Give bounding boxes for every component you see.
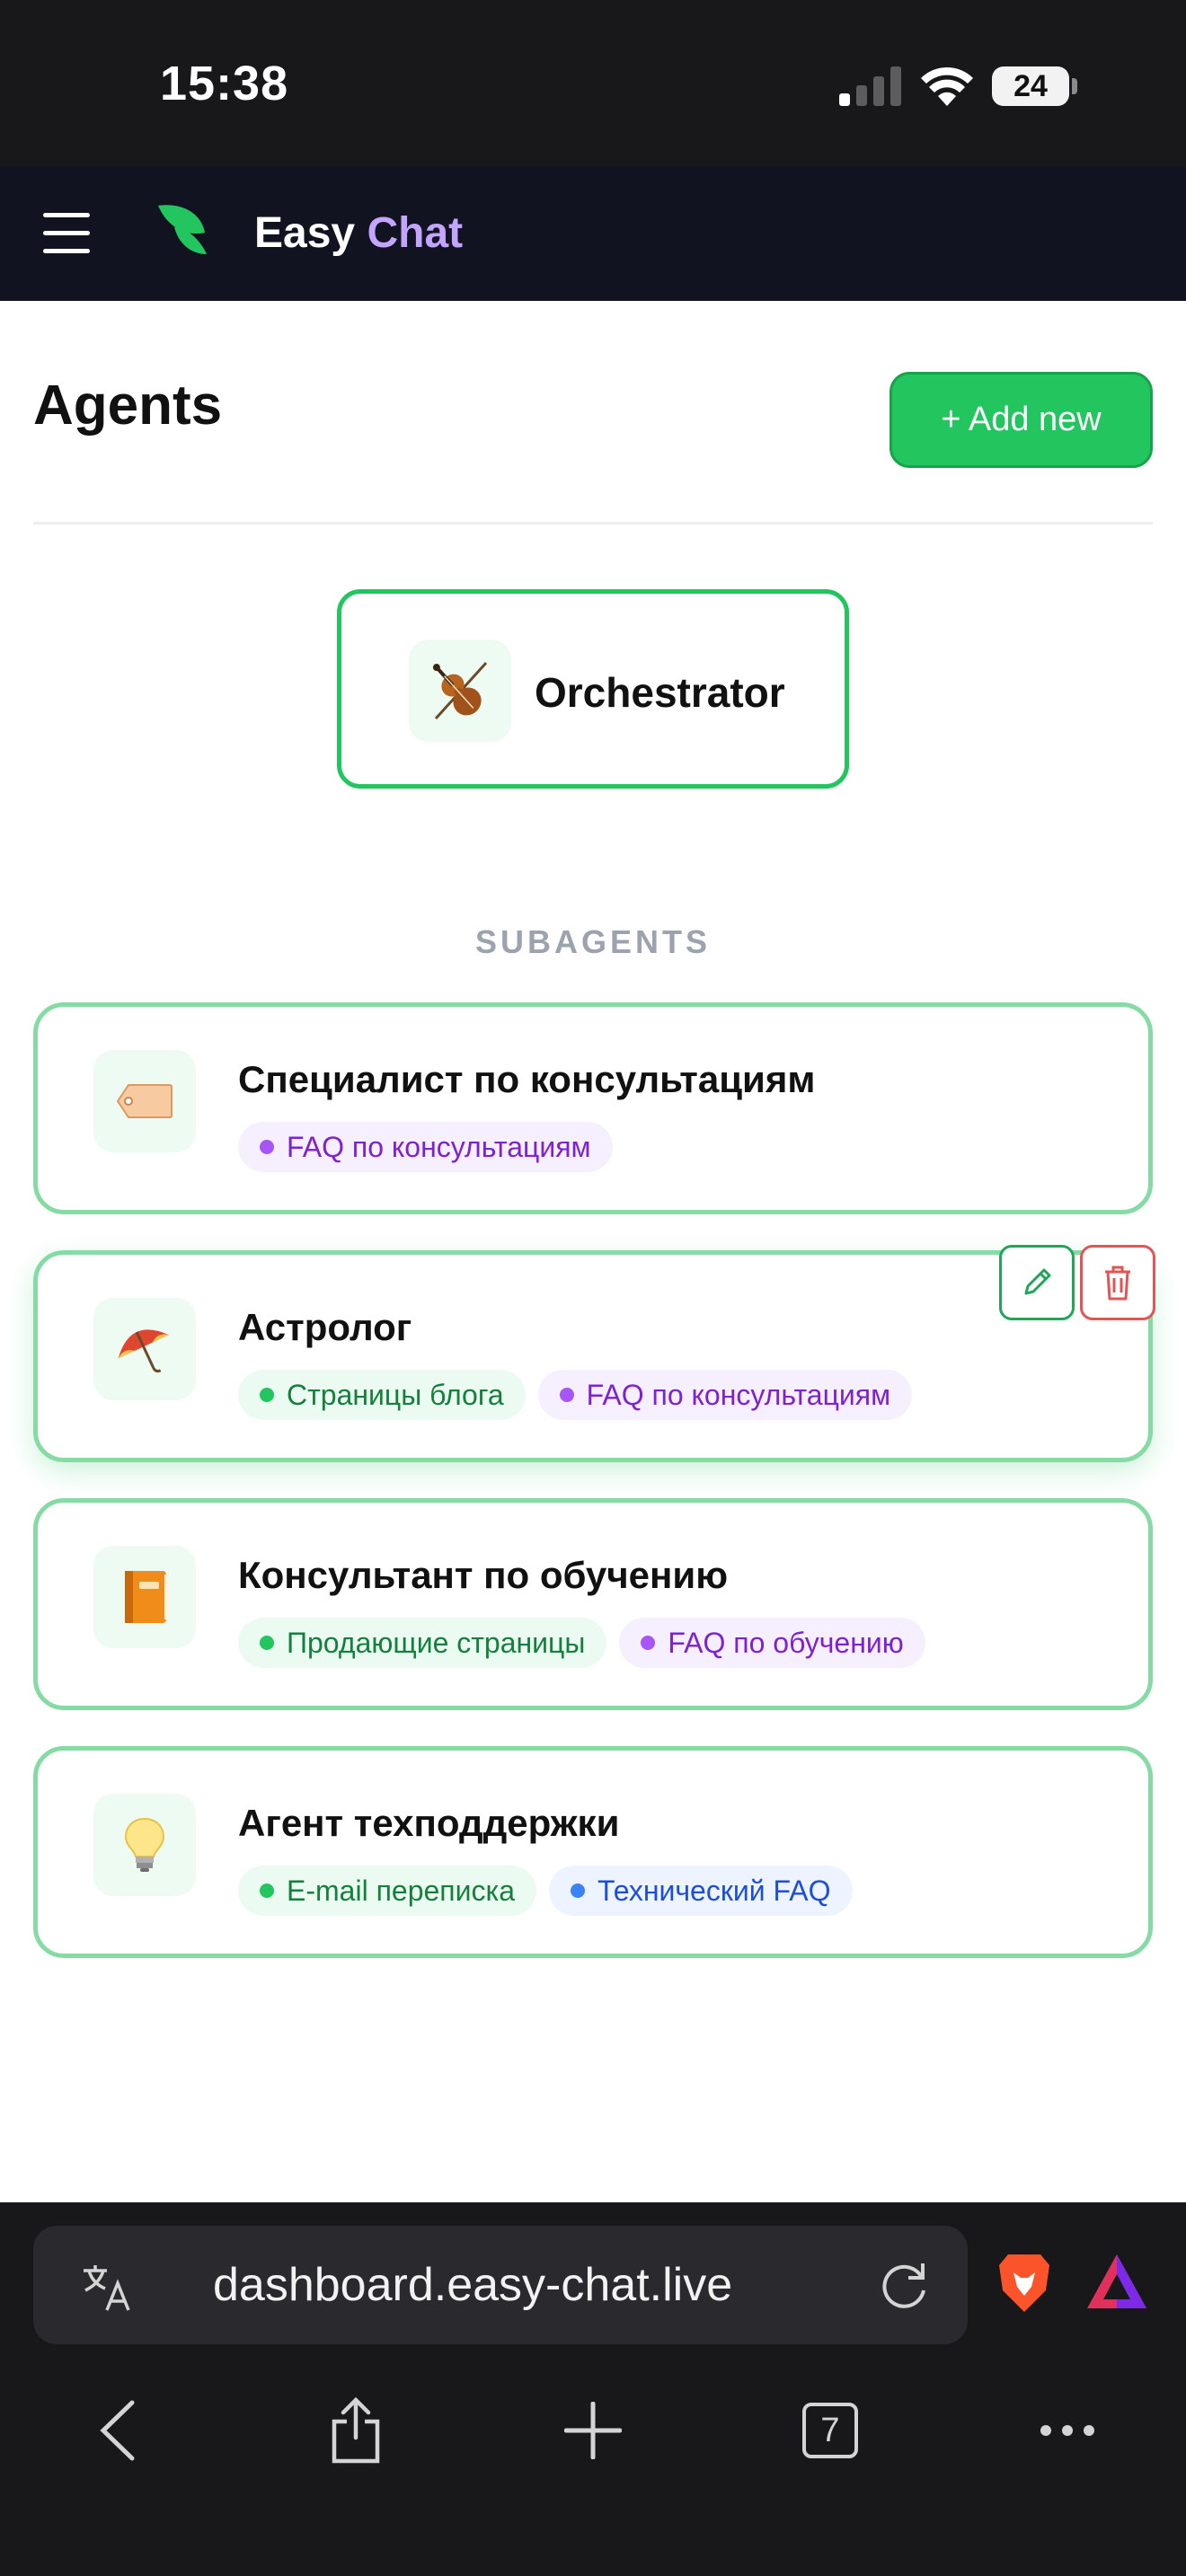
chevron-left-icon (100, 2400, 135, 2461)
orchestrator-card[interactable]: Orchestrator (337, 589, 849, 789)
cellular-signal-icon (839, 66, 901, 106)
browser-toolbar: dashboard.easy-chat.live 7 (0, 2202, 1186, 2576)
agent-card[interactable]: Астролог Страницы блога FAQ по консульта… (33, 1250, 1153, 1462)
status-time: 15:38 (160, 57, 289, 110)
agent-name: Астролог (238, 1306, 412, 1348)
trash-icon (1105, 1266, 1130, 1301)
tabs-count: 7 (802, 2403, 858, 2458)
share-icon (332, 2396, 380, 2464)
brave-shield-icon[interactable] (996, 2251, 1053, 2316)
agent-name: Специалист по консультациям (238, 1058, 816, 1100)
menu-icon[interactable] (43, 213, 90, 254)
tag: FAQ по консультациям (238, 1122, 613, 1172)
brand-name[interactable]: Easy Chat (254, 208, 463, 258)
agent-card[interactable]: Специалист по консультациям FAQ по консу… (33, 1002, 1153, 1214)
lightbulb-icon (93, 1794, 196, 1896)
rewards-triangle-icon[interactable] (1085, 2253, 1148, 2310)
brand-first: Easy (254, 209, 356, 257)
reload-icon[interactable] (876, 2258, 932, 2314)
agent-card[interactable]: Агент техподдержки E-mail переписка Техн… (33, 1746, 1153, 1958)
agent-tags: FAQ по консультациям (238, 1122, 613, 1172)
tag: Страницы блога (238, 1370, 526, 1420)
agent-name: Консультант по обучению (238, 1554, 729, 1596)
new-tab-button[interactable] (557, 2395, 629, 2466)
umbrella-icon (93, 1298, 196, 1400)
url-text: dashboard.easy-chat.live (213, 2259, 733, 2311)
page: 15:38 24 Easy Chat Agents + Add new Orch… (0, 0, 1186, 2576)
notebook-icon (93, 1546, 196, 1648)
label-tag-icon (93, 1050, 196, 1152)
tag: Технический FAQ (548, 1866, 853, 1916)
pencil-icon (1024, 1268, 1051, 1295)
translate-icon[interactable] (80, 2260, 134, 2314)
share-button[interactable] (320, 2395, 392, 2466)
orchestrator-name: Orchestrator (535, 669, 785, 716)
subagents-heading: SUBAGENTS (474, 923, 712, 960)
edit-button[interactable] (999, 1245, 1075, 1320)
leaf-logo-icon (158, 205, 207, 254)
more-icon (1040, 2425, 1094, 2436)
wifi-icon (921, 66, 973, 106)
address-bar[interactable]: dashboard.easy-chat.live (33, 2226, 968, 2344)
tabs-button[interactable]: 7 (794, 2395, 866, 2466)
add-new-button[interactable]: + Add new (890, 372, 1153, 468)
tag: Продающие страницы (238, 1618, 607, 1668)
agent-tags: Страницы блога FAQ по консультациям (238, 1370, 913, 1420)
agent-tags: Продающие страницы FAQ по обучению (238, 1618, 925, 1668)
tag: E-mail переписка (238, 1866, 536, 1916)
agent-name: Агент техподдержки (238, 1802, 620, 1844)
plus-icon (564, 2402, 622, 2459)
delete-button[interactable] (1080, 1245, 1155, 1320)
battery-indicator: 24 (992, 66, 1069, 106)
app-header: Easy Chat (0, 166, 1186, 301)
more-menu-button[interactable] (1031, 2395, 1103, 2466)
tag: FAQ по обучению (619, 1618, 925, 1668)
page-title: Agents (33, 375, 223, 437)
agent-tags: E-mail переписка Технический FAQ (238, 1866, 853, 1916)
violin-icon (409, 640, 511, 742)
divider (33, 522, 1153, 525)
status-bar: 15:38 24 (0, 0, 1186, 166)
battery-tip (1072, 78, 1077, 94)
agent-card[interactable]: Консультант по обучению Продающие страни… (33, 1498, 1153, 1710)
tag: FAQ по консультациям (537, 1370, 913, 1420)
brand-second: Chat (367, 209, 464, 257)
back-button[interactable] (83, 2395, 155, 2466)
